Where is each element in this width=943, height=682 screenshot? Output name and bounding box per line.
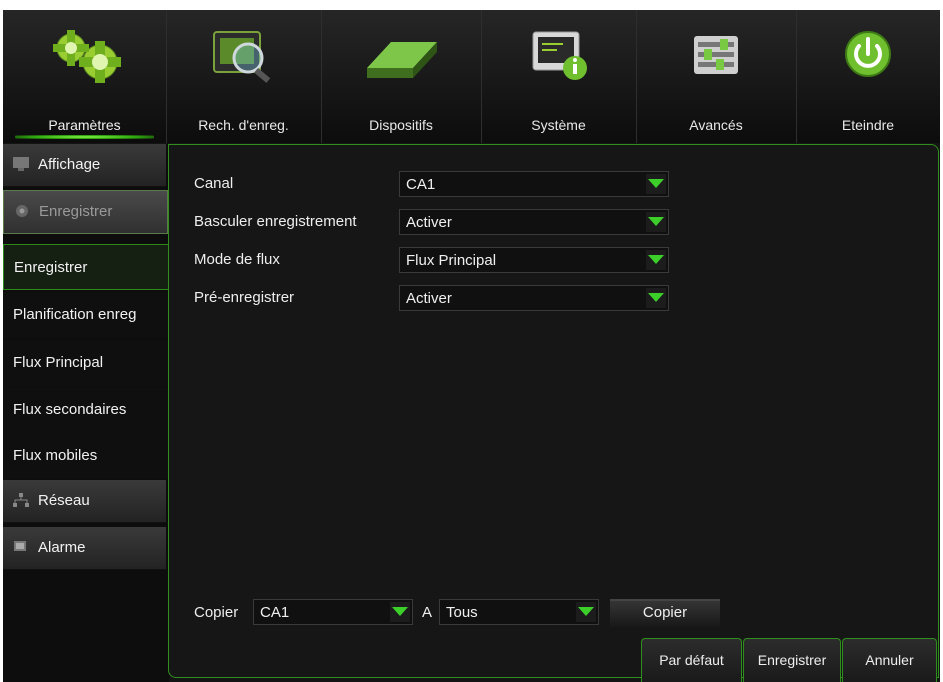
nav-rech-enreg-label: Rech. d'enreg. [198,117,289,133]
sidebar-category-enregistrer[interactable]: Enregistrer [3,190,168,234]
copy-to-select[interactable]: Tous [439,599,599,625]
copy-from-select[interactable]: CA1 [253,599,413,625]
basculer-label: Basculer enregistrement [194,213,357,230]
nav-parametres-label: Paramètres [48,117,121,133]
sidebar-item-label: Enregistrer [14,259,88,276]
nav-dispositifs[interactable]: Dispositifs [321,10,482,143]
sidebar-item-label: Flux Principal [13,354,104,371]
record-settings-panel: Canal CA1 Basculer enregistrement Active… [168,144,939,678]
canal-value: CA1 [406,176,436,193]
sidebar-category-alarme[interactable]: Alarme [3,527,166,570]
power-icon [845,31,891,77]
sidebar-item-label: Planification enreg [13,306,137,323]
nav-eteindre[interactable]: Eteindre [796,10,940,143]
canal-select[interactable]: CA1 [399,171,669,197]
default-button[interactable]: Par défaut [641,638,742,682]
nav-systeme[interactable]: Système [481,10,637,143]
basculer-value: Activer [406,214,452,231]
record-gear-icon [16,205,28,217]
copy-from-value: CA1 [260,604,290,621]
chevron-down-icon[interactable] [646,174,666,194]
copy-label: Copier [194,604,239,621]
sliders-icon [694,36,738,74]
mode-label: Mode de flux [194,251,280,268]
pre-value: Activer [406,290,452,307]
pre-label: Pré-enregistrer [194,289,295,306]
sidebar-item-flux-principal[interactable]: Flux Principal [3,340,168,386]
cancel-button[interactable]: Annuler [842,638,937,682]
sidebar-category-reseau[interactable]: Réseau [3,480,166,523]
sidebar-item-flux-secondaires[interactable]: Flux secondaires [3,387,168,433]
chevron-down-icon[interactable] [646,250,666,270]
sidebar-item-label: Flux secondaires [13,401,127,418]
sidebar-category-affichage-label: Affichage [38,156,101,173]
nav-dispositifs-label: Dispositifs [369,117,433,133]
copy-button[interactable]: Copier [610,599,720,627]
nav-parametres[interactable]: Paramètres [3,10,167,143]
sidebar-category-affichage[interactable]: Affichage [3,144,166,187]
nav-eteindre-label: Eteindre [841,117,895,133]
top-navigation: Paramètres Rech. d'enreg. Dispositifs Sy… [3,10,940,143]
active-tab-indicator [15,135,154,139]
gears-icon [52,30,121,83]
nav-systeme-label: Système [531,117,586,133]
monitor-icon [13,157,29,171]
chevron-down-icon[interactable] [576,602,596,622]
save-button[interactable]: Enregistrer [743,638,841,682]
nav-avances[interactable]: Avancés [636,10,797,143]
sidebar-category-enregistrer-label: Enregistrer [39,203,113,220]
sidebar-item-enregistrer[interactable]: Enregistrer [3,244,168,290]
copy-to-value: Tous [446,604,478,621]
basculer-select[interactable]: Activer [399,209,669,235]
mode-value: Flux Principal [406,252,497,269]
nav-avances-label: Avancés [689,117,743,133]
alarm-icon [14,541,26,551]
mode-select[interactable]: Flux Principal [399,247,669,273]
canal-label: Canal [194,175,234,192]
sidebar-category-reseau-label: Réseau [38,492,90,509]
chevron-down-icon[interactable] [646,288,666,308]
hard-drive-icon [367,42,437,78]
sidebar-item-label: Flux mobiles [13,447,98,464]
chevron-down-icon[interactable] [646,212,666,232]
settings-sidebar: Affichage Enregistrer Enregistrer Planif… [3,144,169,682]
sidebar-item-planification-enreg[interactable]: Planification enreg [3,292,168,338]
system-info-icon [532,31,587,80]
record-search-icon [212,31,270,83]
network-icon [13,493,29,507]
sidebar-category-alarme-label: Alarme [38,539,86,556]
nav-rech-enreg[interactable]: Rech. d'enreg. [166,10,322,143]
sidebar-item-flux-mobiles[interactable]: Flux mobiles [3,433,168,479]
chevron-down-icon[interactable] [390,602,410,622]
pre-select[interactable]: Activer [399,285,669,311]
dvr-settings-window: Paramètres Rech. d'enreg. Dispositifs Sy… [3,10,940,682]
copy-to-label: A [422,604,433,621]
